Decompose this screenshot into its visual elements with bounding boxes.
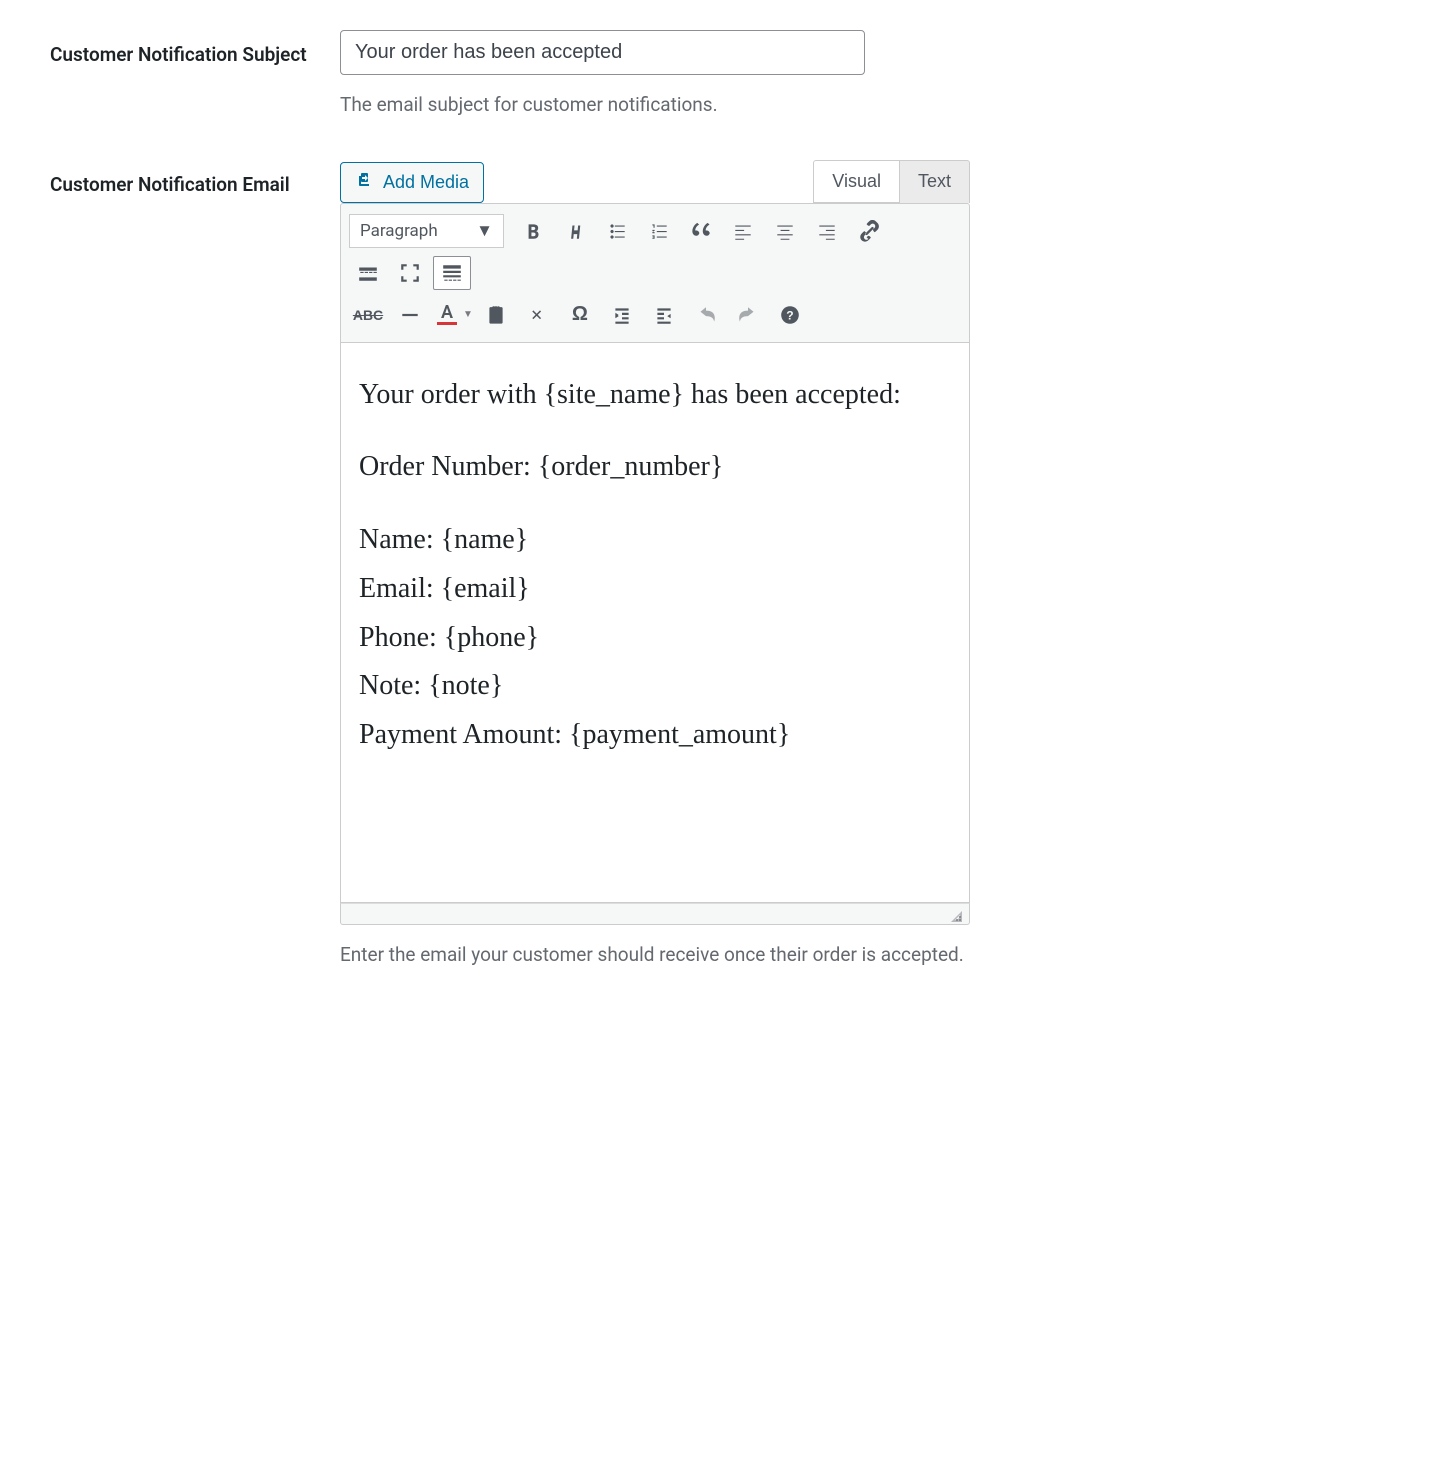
format-select-value: Paragraph	[360, 221, 438, 241]
redo-button[interactable]	[729, 298, 767, 332]
clear-formatting-button[interactable]	[519, 298, 557, 332]
editor-header: Add Media Visual Text	[340, 160, 970, 203]
undo-button[interactable]	[687, 298, 725, 332]
editor-tabs: Visual Text	[814, 160, 970, 203]
email-label: Customer Notification Email	[50, 160, 340, 970]
resize-handle-icon[interactable]	[951, 908, 963, 920]
bold-button[interactable]	[514, 214, 552, 248]
content-p7: Payment Amount: {payment_amount}	[359, 713, 951, 758]
content-p6: Note: {note}	[359, 664, 951, 709]
indent-button[interactable]	[645, 298, 683, 332]
subject-description: The email subject for customer notificat…	[340, 91, 970, 120]
fullscreen-button[interactable]	[391, 256, 429, 290]
special-char-button[interactable]: Ω	[561, 298, 599, 332]
align-right-button[interactable]	[808, 214, 846, 248]
subject-row: Customer Notification Subject The email …	[50, 30, 1382, 120]
editor-content[interactable]: Your order with {site_name} has been acc…	[340, 343, 970, 903]
subject-field: The email subject for customer notificat…	[340, 30, 970, 120]
add-media-label: Add Media	[383, 172, 469, 193]
content-p5: Phone: {phone}	[359, 616, 951, 661]
align-center-button[interactable]	[766, 214, 804, 248]
media-icon	[355, 170, 375, 195]
content-p4: Email: {email}	[359, 567, 951, 612]
format-select[interactable]: Paragraph ▼	[349, 214, 504, 248]
bulletlist-button[interactable]	[598, 214, 636, 248]
italic-button[interactable]	[556, 214, 594, 248]
outdent-button[interactable]	[603, 298, 641, 332]
content-p3: Name: {name}	[359, 518, 951, 563]
toolbar-row-1: Paragraph ▼	[349, 210, 961, 252]
content-p1: Your order with {site_name} has been acc…	[359, 373, 951, 418]
toolbar-toggle-button[interactable]	[433, 256, 471, 290]
toolbar-row-2	[349, 252, 961, 294]
subject-input[interactable]	[340, 30, 865, 75]
readmore-button[interactable]	[349, 256, 387, 290]
paste-text-button[interactable]	[477, 298, 515, 332]
subject-label: Customer Notification Subject	[50, 30, 340, 120]
svg-text:?: ?	[786, 308, 793, 322]
hr-button[interactable]	[391, 298, 429, 332]
editor-toolbar: Paragraph ▼ ABC	[340, 203, 970, 343]
chevron-down-icon: ▼	[476, 221, 493, 241]
link-button[interactable]	[850, 214, 888, 248]
align-left-button[interactable]	[724, 214, 762, 248]
help-button[interactable]: ?	[771, 298, 809, 332]
content-p2: Order Number: {order_number}	[359, 445, 951, 490]
email-row: Customer Notification Email Add Media Vi…	[50, 160, 1382, 970]
blockquote-button[interactable]	[682, 214, 720, 248]
editor-footer	[340, 903, 970, 925]
email-field: Add Media Visual Text Paragraph ▼	[340, 160, 970, 970]
chevron-down-icon: ▼	[463, 309, 473, 320]
strikethrough-button[interactable]: ABC	[349, 298, 387, 332]
add-media-button[interactable]: Add Media	[340, 162, 484, 203]
numberlist-button[interactable]	[640, 214, 678, 248]
tab-text[interactable]: Text	[899, 160, 970, 203]
text-color-button[interactable]: A ▼	[433, 300, 473, 330]
tab-visual[interactable]: Visual	[813, 160, 900, 203]
toolbar-row-3: ABC A ▼ Ω ?	[349, 294, 961, 336]
email-description: Enter the email your customer should rec…	[340, 941, 970, 970]
